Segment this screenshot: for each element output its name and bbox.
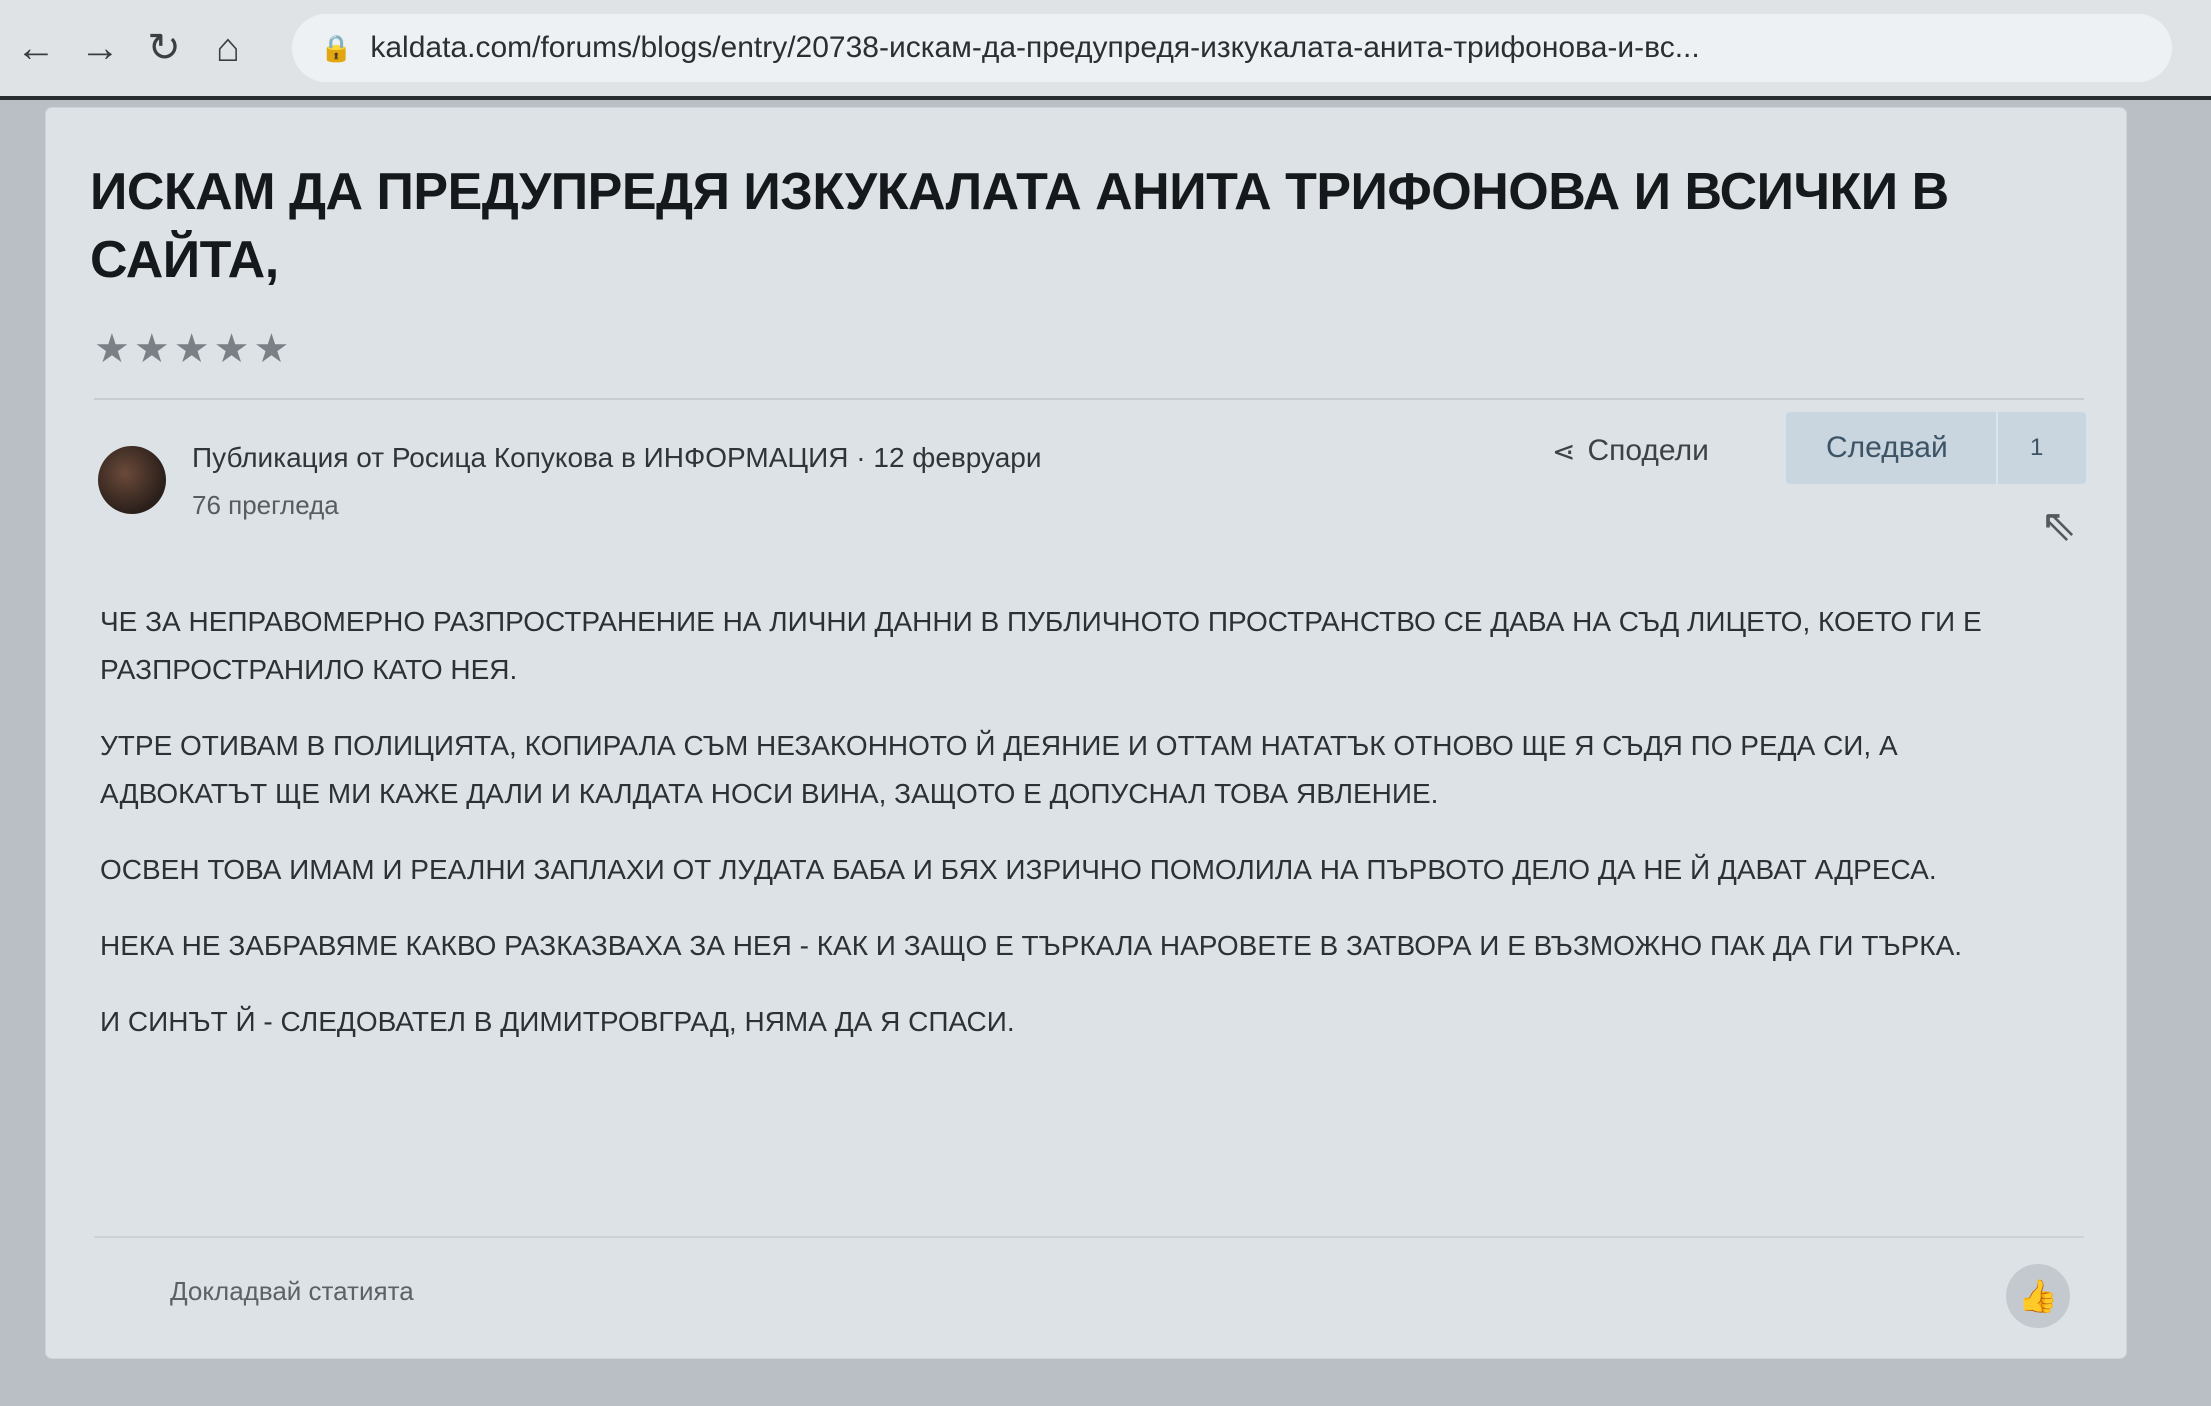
- paragraph: Нека не забравяме какво разказваха за не…: [100, 930, 1963, 961]
- divider: [94, 1236, 2084, 1238]
- share-button[interactable]: ⋖ Сподели: [1552, 434, 1709, 468]
- home-icon[interactable]: ⌂: [200, 20, 256, 76]
- report-article-link[interactable]: Докладвай статията: [170, 1276, 414, 1307]
- paragraph: Освен това имам и реални заплахи от луда…: [100, 854, 1937, 885]
- mouse-cursor-icon: ⇖: [2040, 501, 2077, 550]
- share-label: Сподели: [1587, 434, 1709, 467]
- lock-icon: 🔒: [320, 32, 353, 63]
- follow-count: 1: [2030, 434, 2044, 461]
- publish-date: · 12 февруари: [856, 442, 1042, 473]
- paragraph: Утре отивам в полицията, копирала съм не…: [100, 730, 1898, 809]
- author-link[interactable]: Росица Копукова: [392, 442, 613, 473]
- share-icon: ⋖: [1552, 435, 1576, 467]
- star-icon[interactable]: ★: [214, 326, 250, 372]
- category-link[interactable]: ИНФОРМАЦИЯ: [644, 442, 849, 473]
- thumbs-up-icon[interactable]: 👍: [2006, 1264, 2070, 1328]
- paragraph: Че за неправомерно разпространение на ли…: [100, 606, 1982, 685]
- star-icon[interactable]: ★: [174, 326, 210, 372]
- star-icon[interactable]: ★: [134, 326, 170, 372]
- browser-toolbar: ← → ↻ ⌂ 🔒 kaldata.com/forums/blogs/entry…: [0, 0, 2211, 100]
- byline: Публикация от Росица Копукова в ИНФОРМАЦ…: [192, 442, 1042, 474]
- paragraph: И синът й - следовател в Димитровград, н…: [100, 1006, 1015, 1037]
- star-icon[interactable]: ★: [94, 326, 130, 372]
- star-icon[interactable]: ★: [253, 326, 289, 372]
- view-count: 76 прегледа: [192, 490, 339, 520]
- avatar[interactable]: [98, 446, 166, 514]
- reload-icon[interactable]: ↻: [136, 20, 192, 76]
- page-title: ИСКАМ ДА ПРЕДУПРЕДЯ ИЗКУКАЛАТА АНИТА ТРИ…: [90, 163, 1949, 289]
- divider: [94, 398, 2084, 400]
- follow-separator: [1996, 412, 1998, 484]
- article-body: Че за неправомерно разпространение на ли…: [100, 598, 2060, 1074]
- byline-in: в: [620, 442, 636, 473]
- blog-entry-card: ИСКАМ ДА ПРЕДУПРЕДЯ ИЗКУКАЛАТА АНИТА ТРИ…: [46, 108, 2126, 1358]
- address-bar[interactable]: 🔒 kaldata.com/forums/blogs/entry/20738-и…: [292, 14, 2172, 82]
- forward-arrow-icon[interactable]: →: [72, 20, 128, 76]
- byline-prefix: Публикация от: [192, 442, 385, 473]
- follow-label: Следвай: [1826, 431, 1948, 464]
- rating-stars[interactable]: ★ ★ ★ ★ ★: [94, 326, 289, 372]
- url-text: kaldata.com/forums/blogs/entry/20738-иск…: [370, 31, 1700, 64]
- back-arrow-icon[interactable]: ←: [8, 20, 64, 76]
- follow-button[interactable]: Следвай 1: [1786, 412, 2086, 484]
